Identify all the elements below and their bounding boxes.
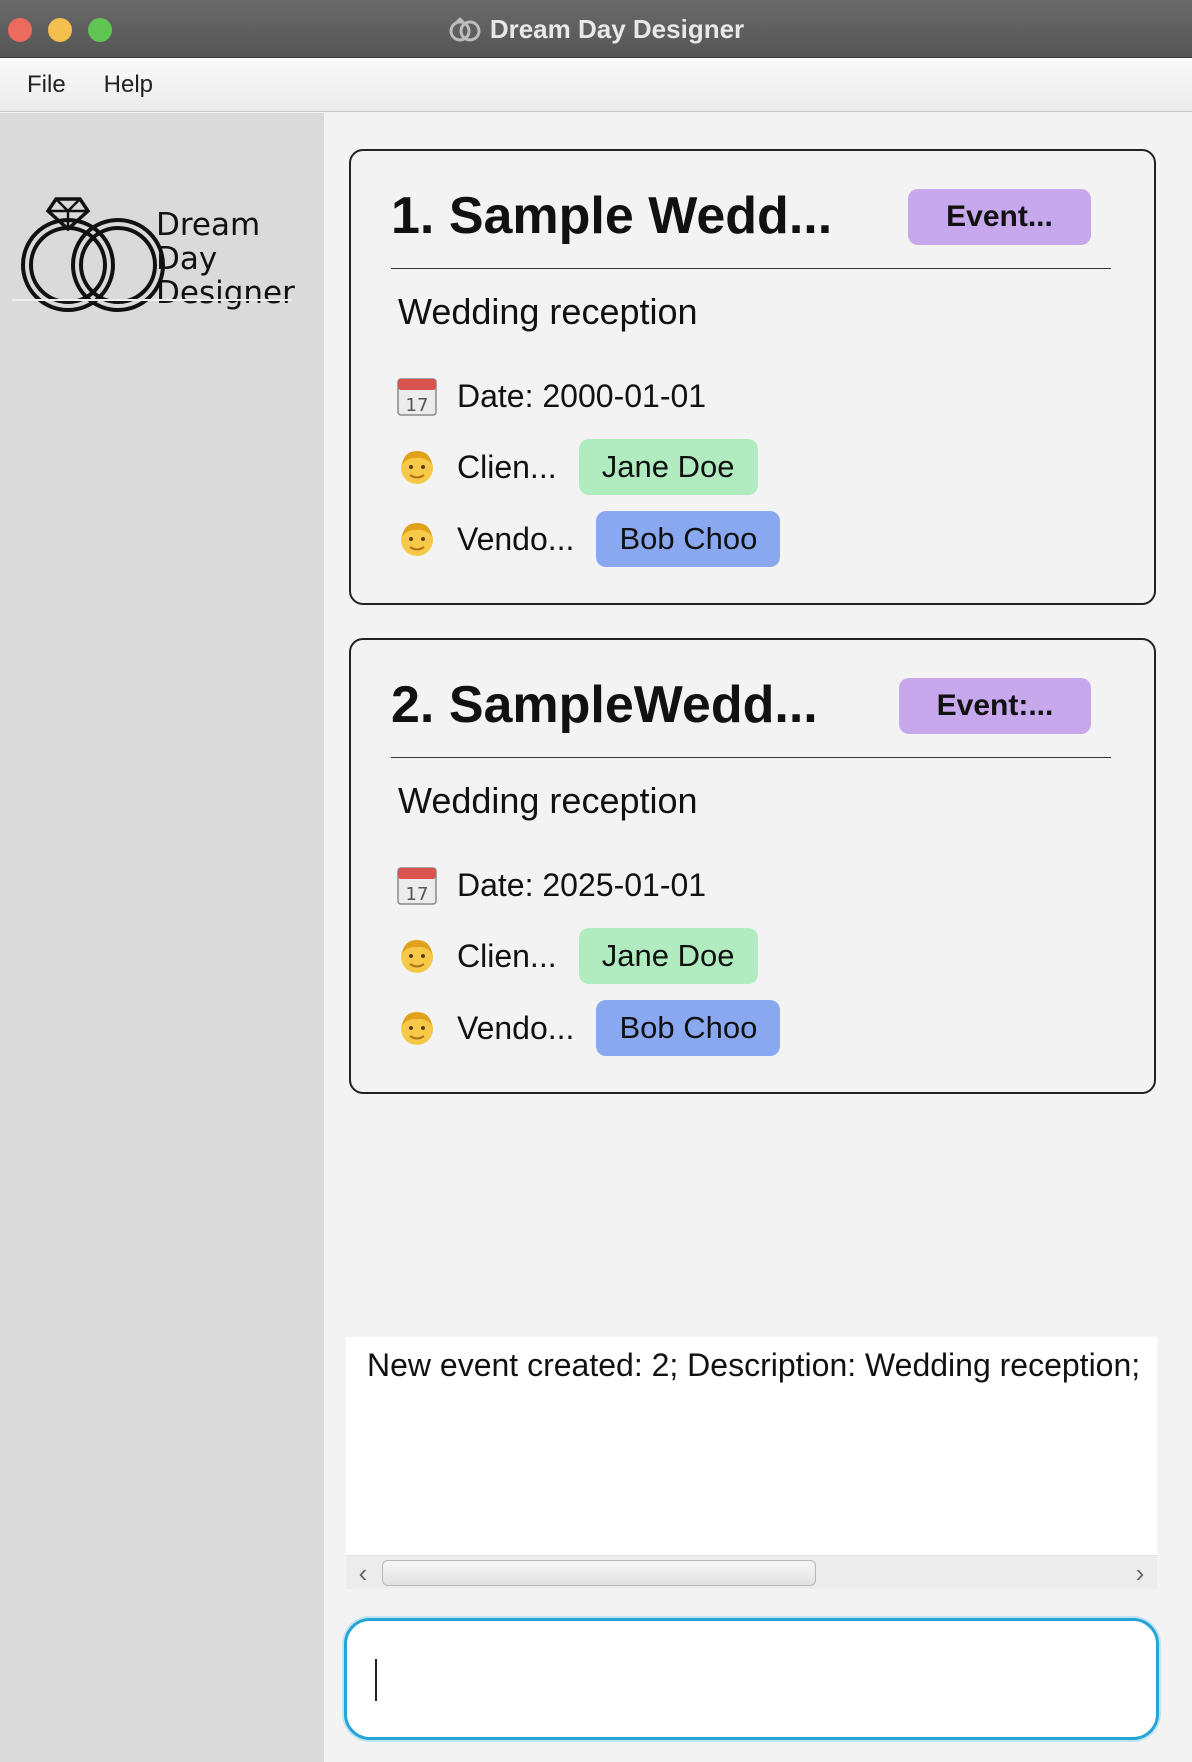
- client-tag: Jane Doe: [578, 439, 758, 495]
- calendar-icon: 17: [397, 378, 437, 416]
- client-tag: Jane Doe: [578, 928, 758, 984]
- logo-line-3: Designer: [156, 275, 295, 311]
- event-card[interactable]: 1. Sample Wedd... Event... Wedding recep…: [349, 149, 1156, 605]
- event-date-row: 17 Date: 2025-01-01: [395, 857, 706, 913]
- event-description: Wedding reception: [398, 291, 698, 332]
- event-date: Date: 2000-01-01: [457, 377, 707, 414]
- client-label: Clien...: [457, 448, 557, 485]
- rings-icon: [449, 17, 481, 42]
- vendor-label: Vendo...: [457, 520, 575, 557]
- scroll-left-icon[interactable]: ‹: [350, 1560, 376, 1586]
- event-vendor-row: Vendo... Bob Choo: [395, 1000, 781, 1056]
- event-tag: Event...: [908, 189, 1091, 245]
- text-cursor: [375, 1659, 377, 1701]
- event-description: Wedding reception: [398, 780, 698, 821]
- scroll-right-icon[interactable]: ›: [1127, 1560, 1153, 1586]
- event-title: 1. Sample Wedd...: [391, 187, 833, 245]
- vendor-label: Vendo...: [457, 1009, 575, 1046]
- title-bar: Dream Day Designer: [0, 0, 1192, 58]
- event-tag: Event:...: [899, 678, 1091, 734]
- svg-text:17: 17: [406, 395, 429, 416]
- window-title: Dream Day Designer: [489, 13, 745, 44]
- result-display[interactable]: New event created: 2; Description: Weddi…: [346, 1337, 1157, 1589]
- card-divider: [391, 757, 1111, 758]
- logo: Dream Day Designer: [21, 197, 295, 312]
- menu-bar: File Help: [0, 58, 1192, 112]
- sidebar-divider: [12, 299, 292, 301]
- result-message: New event created: 2; Description: Weddi…: [367, 1347, 1141, 1383]
- person-icon: [401, 940, 433, 973]
- calendar-icon: 17: [397, 867, 437, 905]
- svg-text:17: 17: [406, 884, 429, 905]
- event-client-row: Clien... Jane Doe: [395, 439, 758, 495]
- vendor-tag: Bob Choo: [596, 1000, 781, 1056]
- horizontal-scrollbar[interactable]: ‹ ›: [346, 1555, 1157, 1589]
- person-icon: [401, 1012, 433, 1045]
- person-icon: [401, 523, 433, 556]
- logo-line-2: Day: [156, 241, 217, 277]
- menu-help[interactable]: Help: [85, 71, 172, 99]
- logo-line-1: Dream: [156, 207, 260, 243]
- event-date: Date: 2025-01-01: [457, 866, 707, 903]
- main-panel: 1. Sample Wedd... Event... Wedding recep…: [324, 113, 1192, 1762]
- scrollbar-thumb[interactable]: [382, 1560, 816, 1586]
- sidebar: Dream Day Designer: [0, 113, 324, 1762]
- event-date-row: 17 Date: 2000-01-01: [395, 368, 706, 424]
- event-title: 2. SampleWedd...: [391, 676, 818, 734]
- command-input[interactable]: [344, 1618, 1159, 1740]
- rings-with-diamond-icon: [21, 197, 165, 312]
- event-card[interactable]: 2. SampleWedd... Event:... Wedding recep…: [349, 638, 1156, 1094]
- app-window: Dream Day Designer File Help Dream Day D…: [0, 0, 1192, 1762]
- menu-file[interactable]: File: [8, 71, 85, 99]
- event-vendor-row: Vendo... Bob Choo: [395, 511, 781, 567]
- person-icon: [401, 451, 433, 484]
- vendor-tag: Bob Choo: [596, 511, 781, 567]
- event-client-row: Clien... Jane Doe: [395, 928, 758, 984]
- client-label: Clien...: [457, 937, 557, 974]
- card-divider: [391, 268, 1111, 269]
